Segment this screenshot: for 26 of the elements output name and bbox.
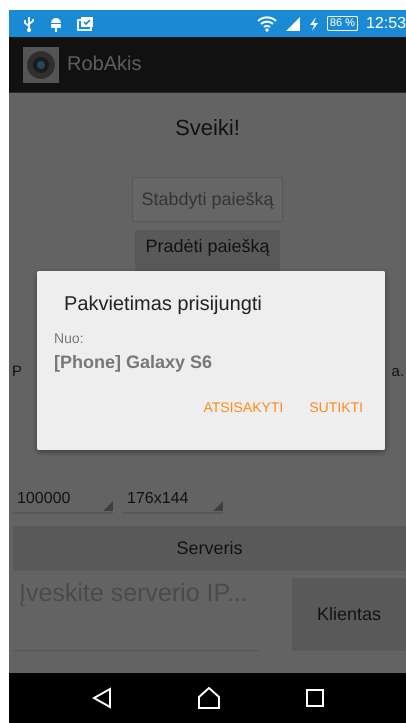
bolt-icon [308, 16, 319, 32]
clipboard-check-icon [77, 16, 93, 32]
usb-icon [23, 16, 35, 32]
client-button[interactable]: Klientas [292, 578, 406, 651]
dialog-title: Pakvietimas prisijungti [64, 293, 263, 316]
dropdown-arrow-icon [103, 501, 113, 511]
dialog-button[interactable]: SUTIKTI [303, 393, 369, 421]
wifi-icon [256, 16, 277, 32]
info-text: a. [391, 363, 404, 380]
status-time: 12:53 [366, 14, 406, 32]
greeting-text: Sveiki! [175, 115, 240, 141]
dropdown[interactable]: 100000 [13, 487, 113, 514]
server-button[interactable]: Serveris [13, 526, 406, 571]
lens-icon [23, 46, 59, 82]
recents-icon[interactable] [306, 689, 324, 707]
device-name: [Phone] Galaxy S6 [54, 352, 214, 373]
back-icon[interactable] [92, 687, 112, 709]
dropdown-arrow-icon [213, 501, 223, 511]
info-text: P [12, 363, 22, 380]
dropdown[interactable]: 176x144 [123, 487, 223, 514]
home-icon[interactable] [196, 687, 220, 709]
battery-indicator: 86 % [326, 16, 358, 31]
app-title: RobAkis [67, 53, 142, 76]
from-label: Nuo: [54, 330, 85, 346]
signal-icon [284, 16, 301, 32]
dialog-button[interactable]: ATSISAKYTI [197, 393, 290, 421]
